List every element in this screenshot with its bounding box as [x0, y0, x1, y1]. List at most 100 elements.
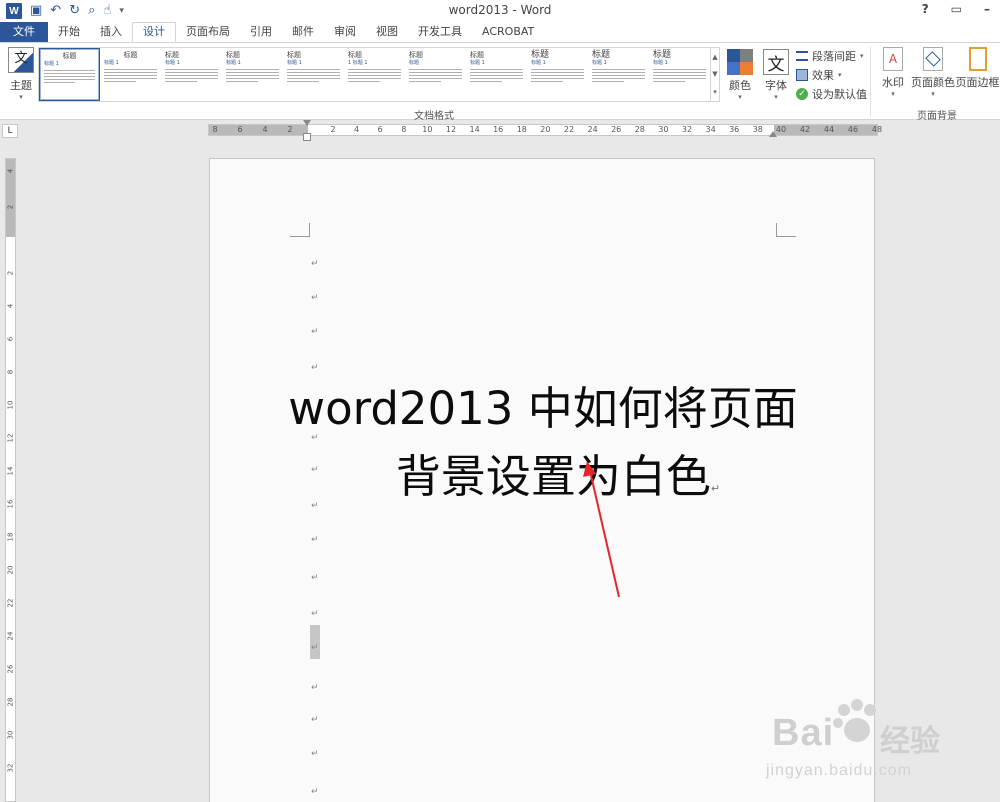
thumbnail-title: 标题 — [592, 50, 611, 60]
hanging-indent-marker[interactable] — [303, 133, 311, 141]
style-set-thumbnail[interactable]: 标题 标题 1 — [466, 48, 527, 101]
ruler-mark: 16 — [493, 125, 504, 134]
tab-9[interactable]: 开发工具 — [408, 22, 472, 42]
paragraph-mark: ↵ — [311, 327, 319, 337]
ruler-mark: 16 — [6, 499, 15, 509]
style-set-thumbnail[interactable]: 标题 1 标题 1 — [344, 48, 405, 101]
thumbnail-heading1: 标题 1 — [165, 60, 180, 66]
gallery-more-icon[interactable]: ▾ — [713, 88, 717, 96]
set-default-button[interactable]: ✓ 设为默认值 — [796, 86, 867, 102]
watermark-url: jingyan.baidu.com — [766, 762, 912, 779]
paragraph-mark: ↵ — [311, 683, 319, 693]
ruler-mark: 4 — [262, 125, 268, 134]
paragraph-spacing-label: 段落间距 — [812, 50, 856, 63]
thumbnail-heading1: 标题 1 — [531, 60, 546, 66]
right-indent-marker[interactable] — [769, 131, 777, 137]
thumbnail-title: 标题 — [470, 51, 484, 59]
effects-button[interactable]: 效果 ▾ — [796, 67, 842, 83]
thumbnail-body-lines — [348, 69, 401, 82]
paragraph-mark: ↵ — [311, 643, 319, 653]
thumbnail-body-lines — [226, 69, 279, 82]
tab-selector-button[interactable]: L — [2, 124, 18, 138]
ruler-mark: 4 — [6, 168, 15, 174]
effects-dropdown-icon: ▾ — [838, 71, 842, 79]
paragraph-spacing-button[interactable]: 段落间距 ▾ — [796, 48, 864, 64]
tab-5[interactable]: 引用 — [240, 22, 282, 42]
page-borders-button[interactable]: 页面边框 — [955, 47, 1000, 90]
page-color-button[interactable]: 页面颜色 ▾ — [910, 47, 956, 98]
ruler-mark: 28 — [6, 697, 15, 707]
tab-6[interactable]: 邮件 — [282, 22, 324, 42]
watermark-icon: A — [883, 47, 903, 71]
tab-8[interactable]: 视图 — [366, 22, 408, 42]
thumbnail-title: 标题 — [348, 51, 362, 59]
watermark-brand-cn: 经验 — [880, 724, 940, 759]
vertical-ruler[interactable]: 4 2 2 4 6 8 10 12 14 16 18 20 22 24 26 28 30 32 — [5, 158, 16, 802]
thumbnail-body-lines — [531, 69, 584, 82]
ruler-mark: 6 — [6, 336, 15, 342]
fonts-icon[interactable]: 文 — [763, 49, 789, 75]
style-set-thumbnail[interactable]: 标题 标题 1 — [161, 48, 222, 101]
thumbnail-title: 标题 — [409, 51, 423, 59]
ruler-mark: 38 — [752, 125, 763, 134]
ruler-mark: 14 — [6, 466, 15, 476]
ruler-mark: 4 — [354, 125, 360, 134]
fonts-button[interactable]: 字体 ▾ — [760, 77, 792, 101]
ruler-mark: 30 — [658, 125, 669, 134]
checkmark-icon: ✓ — [796, 88, 808, 100]
effects-icon — [796, 69, 808, 81]
paragraph-mark: ↵ — [311, 433, 319, 443]
thumbnail-heading1: 标题 1 — [226, 60, 241, 66]
gallery-scroll[interactable]: ▲ ▼ ▾ — [710, 48, 719, 101]
style-set-thumbnail[interactable]: 标题 标题 1 — [222, 48, 283, 101]
thumbnail-title: 标题 — [287, 51, 301, 59]
ruler-mark: 24 — [587, 125, 598, 134]
set-default-label: 设为默认值 — [812, 88, 867, 101]
minimize-button[interactable]: – — [984, 2, 990, 16]
colors-button[interactable]: 颜色 ▾ — [724, 77, 756, 101]
watermark-button[interactable]: A 水印 ▾ — [878, 47, 908, 98]
word-window: W ▣ ↶ ↻ ⌕ ☝ ▾ word2013 - Word ? ▭ – 文件 开始… — [0, 0, 1000, 802]
page-borders-icon — [968, 47, 987, 71]
colors-swatch-icon[interactable] — [727, 49, 753, 75]
paragraph-mark: ↵ — [311, 787, 319, 797]
style-set-thumbnail[interactable]: 标题 标题 1 — [283, 48, 344, 101]
thumbnail-body-lines — [653, 69, 706, 82]
tab-2[interactable]: 插入 — [90, 22, 132, 42]
style-set-thumbnail[interactable]: 标题 标题 1 — [588, 48, 649, 101]
ruler-mark: 18 — [6, 532, 15, 542]
fonts-label: 字体 — [765, 79, 787, 92]
paragraph-mark: ↵ — [311, 609, 319, 619]
style-set-thumbnail[interactable]: 标题 标题 1 — [39, 48, 100, 101]
paragraph-mark: ↵ — [311, 501, 319, 511]
ruler-mark: 10 — [6, 400, 15, 410]
gallery-up-icon[interactable]: ▲ — [712, 53, 717, 61]
tab-7[interactable]: 审阅 — [324, 22, 366, 42]
style-set-thumbnail[interactable]: 标题 标题 1 — [100, 48, 161, 101]
style-set-thumbnail[interactable]: 标题 标题 1 — [527, 48, 588, 101]
thumbnail-body-lines — [592, 69, 645, 82]
tab-0[interactable]: 文件 — [0, 22, 48, 42]
style-set-thumbnail[interactable]: 标题 标题 1 — [649, 48, 710, 101]
ruler-mark: 24 — [6, 631, 15, 641]
first-line-indent-marker[interactable] — [303, 120, 311, 126]
tab-3[interactable]: 设计 — [132, 22, 176, 42]
thumbnail-heading1: 标题 1 — [104, 60, 119, 66]
ribbon-tabs: 文件 开始 插入 设计 页面布局 引用 邮件 审阅 视图 开发工具 ACROBAT — [0, 22, 1000, 42]
theme-button[interactable]: 文 主题 ▾ — [6, 47, 36, 105]
window-title: word2013 - Word — [448, 3, 552, 17]
document-format-gallery: 标题 标题 1 标题 标题 1 标题 标题 1 标题 标题 1 标题 标题 1 标题 1 标题 1 标题… — [38, 47, 720, 102]
tab-10[interactable]: ACROBAT — [472, 22, 544, 42]
gallery-down-icon[interactable]: ▼ — [712, 70, 717, 78]
paragraph-mark: ↵ — [311, 749, 319, 759]
ruler-mark: 8 — [401, 125, 407, 134]
style-set-thumbnail[interactable]: 标题 标题 — [405, 48, 466, 101]
help-button[interactable]: ? — [922, 2, 929, 16]
ruler-mark: 6 — [377, 125, 383, 134]
tab-4[interactable]: 页面布局 — [176, 22, 240, 42]
tab-1[interactable]: 开始 — [48, 22, 90, 42]
watermark-label: 水印 — [882, 76, 904, 89]
theme-icon: 文 — [8, 47, 34, 73]
ruler-mark: 22 — [6, 598, 15, 608]
restore-ribbon-icon[interactable]: ▭ — [951, 2, 962, 16]
